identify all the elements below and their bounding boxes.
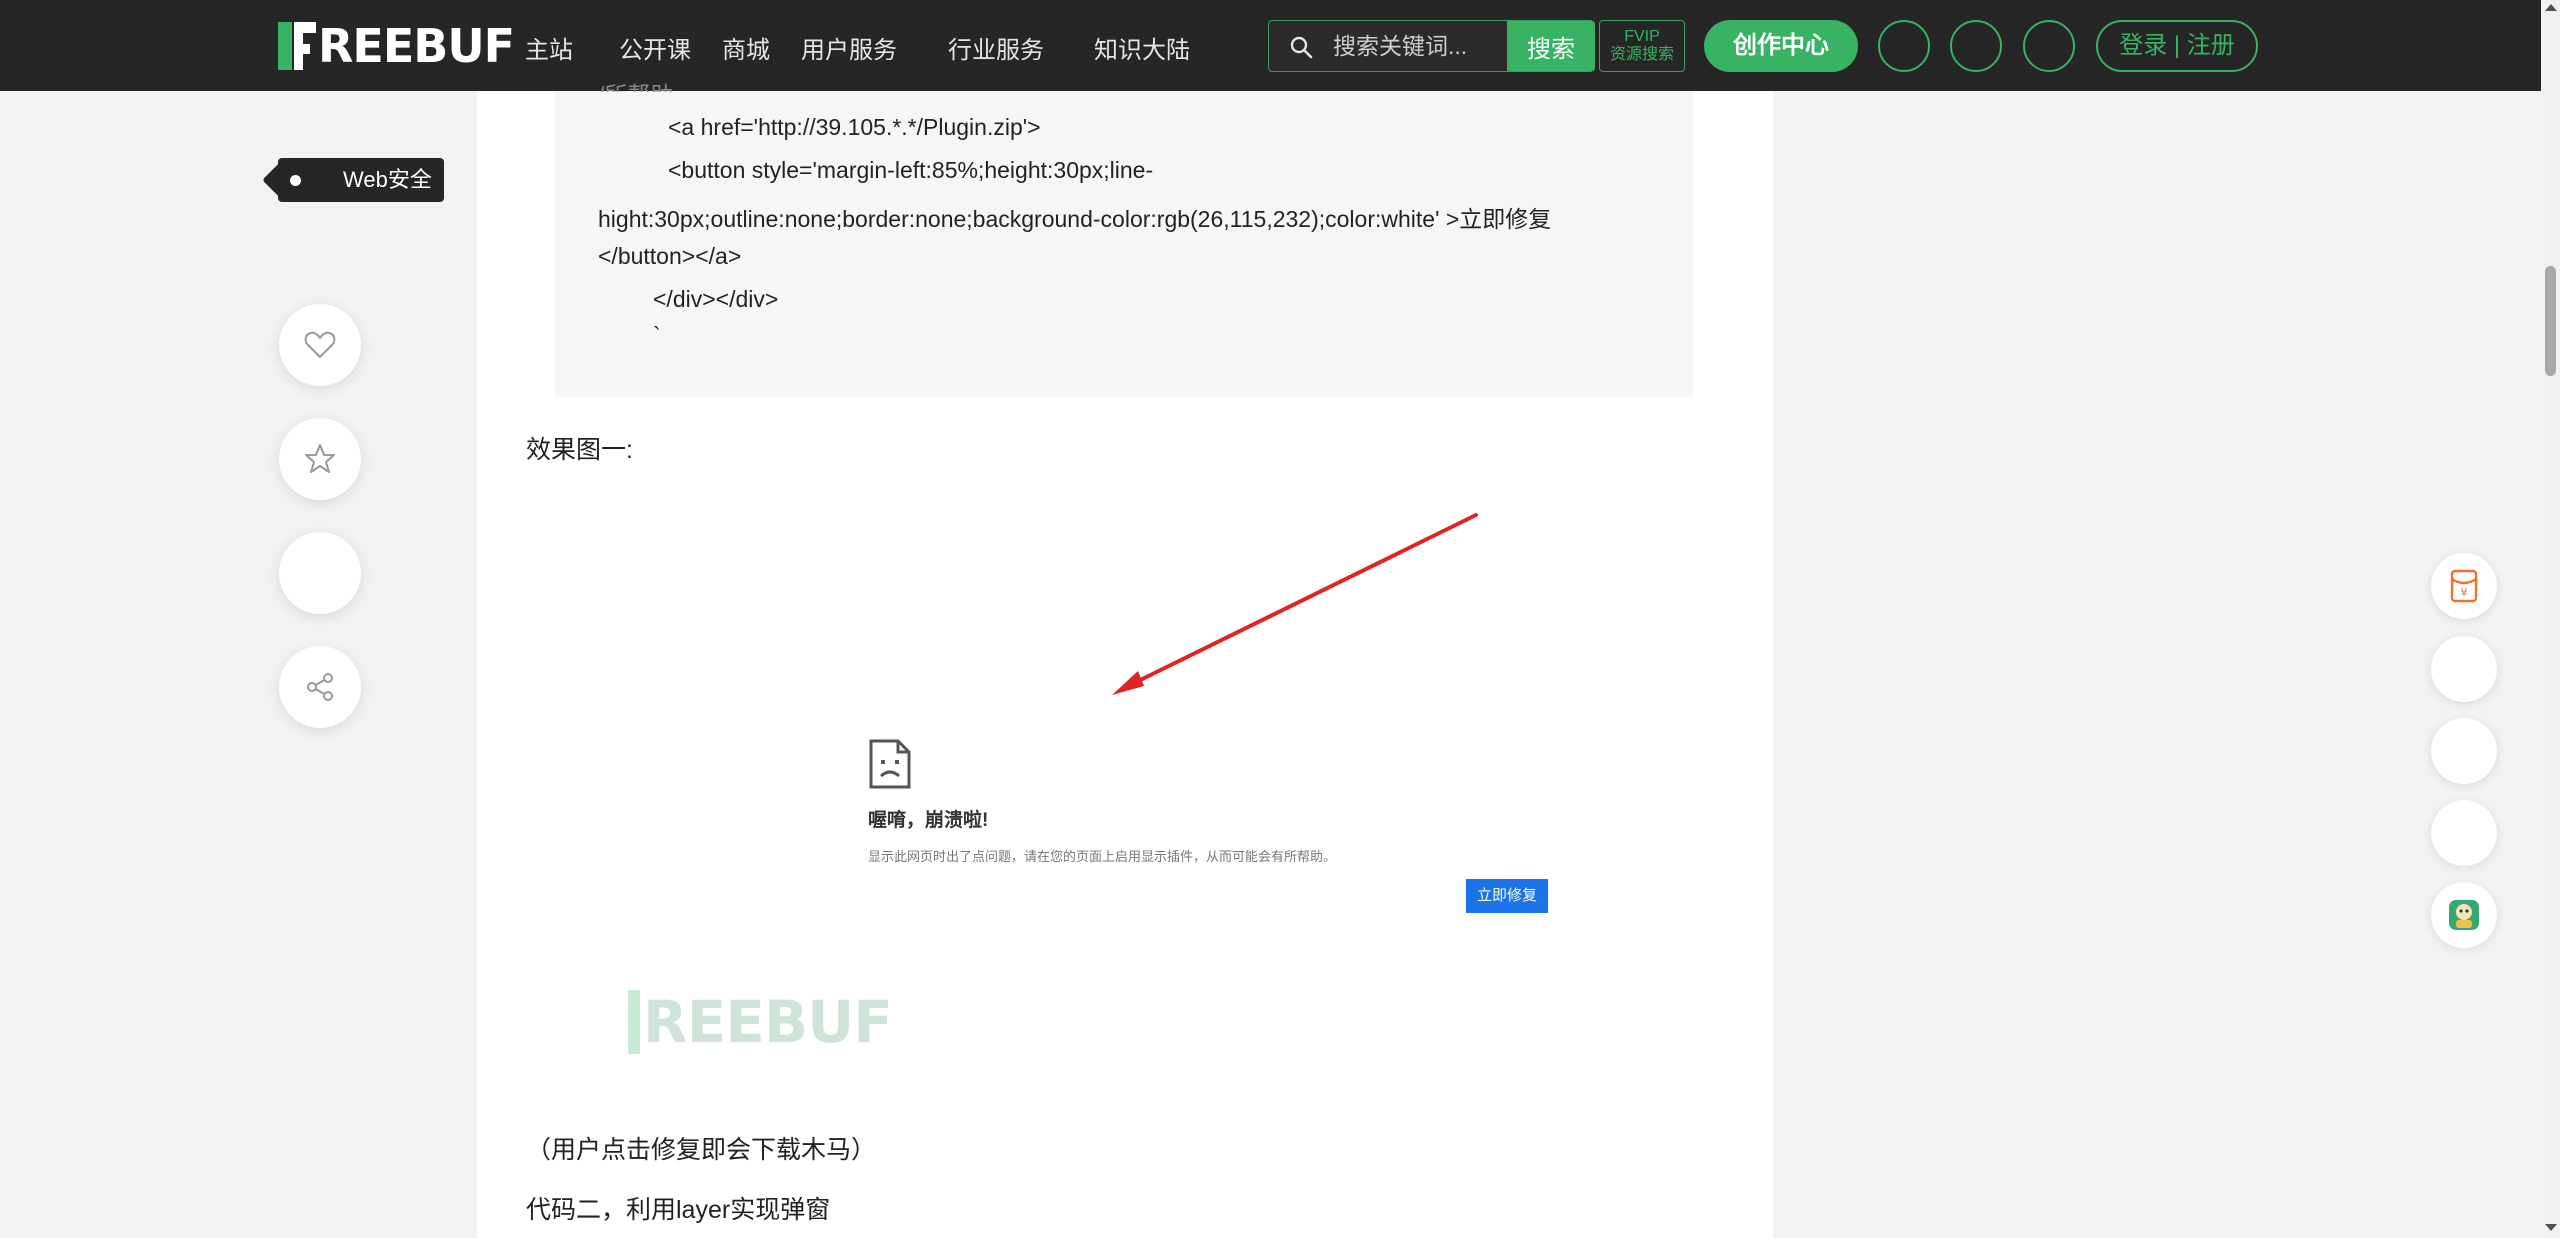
mascot-icon xyxy=(2449,900,2479,930)
nav-open-course[interactable]: 公开课 xyxy=(619,30,691,65)
star-icon xyxy=(305,444,335,473)
fvip-resource-search-button[interactable]: FVIP 资源搜索 xyxy=(1599,20,1685,72)
red-packet-button[interactable]: ¥ xyxy=(2431,553,2497,619)
watermark-text: REEBUF xyxy=(643,988,893,1056)
right-float-button-3[interactable] xyxy=(2431,718,2497,784)
mascot-button[interactable] xyxy=(2431,882,2497,948)
search-button[interactable]: 搜索 xyxy=(1507,21,1595,71)
watermark-green-bar xyxy=(628,990,640,1054)
nav-industry-services[interactable]: 行业服务 xyxy=(948,30,1044,65)
fix-now-button: 立即修复 xyxy=(1466,879,1548,913)
header-circle-button-1[interactable] xyxy=(1878,20,1930,72)
code-line: </div></div> xyxy=(653,286,779,312)
logo-text: REEBUF xyxy=(318,19,515,73)
code-line: <button style='margin-left:85%;height:30… xyxy=(668,157,1154,183)
resource-search-label: 资源搜索 xyxy=(1609,46,1674,63)
red-arrow-annotation xyxy=(1112,513,1478,695)
freebuf-watermark: REEBUF xyxy=(628,988,893,1056)
freebuf-logo[interactable]: REEBUF xyxy=(278,19,515,73)
scroll-up-arrow-icon[interactable] xyxy=(2545,4,2557,11)
fvip-label: FVIP xyxy=(1624,28,1660,45)
category-tag-label: Web安全 xyxy=(343,167,432,192)
search-icon xyxy=(1290,36,1313,59)
page-scrollbar[interactable] xyxy=(2541,0,2560,1238)
like-button[interactable] xyxy=(279,304,361,386)
scrollbar-thumb[interactable] xyxy=(2545,266,2556,376)
right-float-button-4[interactable] xyxy=(2431,800,2497,866)
nav-knowledge-continent[interactable]: 知识大陆 xyxy=(1094,30,1190,65)
logo-green-bar xyxy=(278,22,292,70)
nav-user-services[interactable]: 用户服务 xyxy=(801,30,897,65)
favorite-button[interactable] xyxy=(279,418,361,500)
crash-title: 喔唷，崩溃啦! xyxy=(868,810,989,831)
login-register-button[interactable]: 登录 | 注册 xyxy=(2096,20,2258,72)
code-line: <a href='http://39.105.*.*/Plugin.zip'> xyxy=(668,114,1041,140)
figure-caption: （用户点击修复即会下载木马） xyxy=(526,1136,877,1164)
scroll-down-arrow-icon[interactable] xyxy=(2545,1224,2557,1231)
right-float-button-2[interactable] xyxy=(2431,636,2497,702)
share-icon xyxy=(307,673,333,701)
svg-text:¥: ¥ xyxy=(2461,586,2468,599)
next-section-heading: 代码二，利用layer实现弹窗 xyxy=(526,1196,831,1224)
tag-dot xyxy=(290,175,301,186)
sad-document-icon xyxy=(869,739,911,789)
heart-icon xyxy=(304,331,336,359)
effect-heading: 效果图一: xyxy=(526,436,633,464)
nav-main-site[interactable]: 主站 xyxy=(525,30,573,65)
top-navigation-bar: REEBUF 主站 公开课 商城 用户服务 行业服务 知识大陆 搜索 FVIP … xyxy=(0,0,2560,91)
comment-button[interactable] xyxy=(279,532,361,614)
header-circle-button-3[interactable] xyxy=(2023,20,2075,72)
search-input[interactable] xyxy=(1333,21,1503,71)
create-center-button[interactable]: 创作中心 xyxy=(1704,20,1858,72)
search-box: 搜索 xyxy=(1268,20,1595,72)
logo-f-glyph xyxy=(294,22,316,70)
header-circle-button-2[interactable] xyxy=(1950,20,2002,72)
code-line: ` xyxy=(653,322,661,348)
code-line-partial: /所帮助。 xyxy=(598,76,696,92)
crash-description: 显示此网页时出了点问题，请在您的页面上启用显示插件，从而可能会有所帮助。 xyxy=(868,849,1337,864)
code-line: hight:30px;outline:none;border:none;back… xyxy=(598,206,1552,232)
red-packet-icon: ¥ xyxy=(2450,569,2478,603)
code-line: </button></a> xyxy=(598,243,742,269)
category-tag[interactable]: Web安全 xyxy=(278,158,444,202)
nav-mall[interactable]: 商城 xyxy=(722,30,770,65)
share-button[interactable] xyxy=(279,646,361,728)
